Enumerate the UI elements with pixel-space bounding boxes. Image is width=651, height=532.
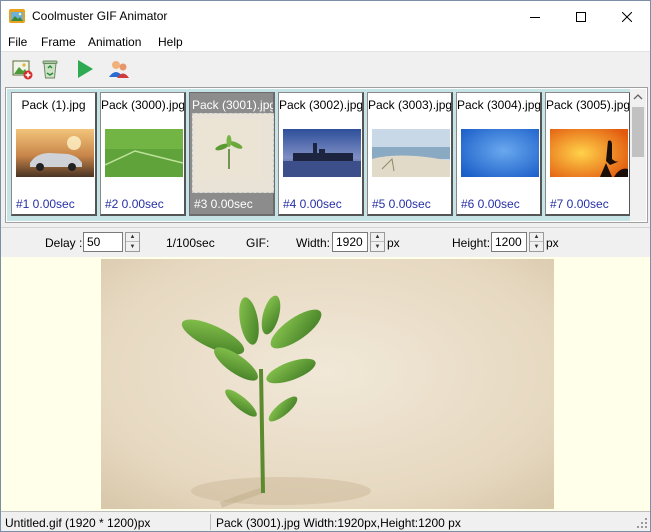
delay-unit: 1/100sec (166, 236, 215, 250)
menu-help[interactable]: Help (158, 35, 183, 49)
frame-strip-area: Pack (1).jpg #1 0.00sec Pack (3000).jpg (7, 89, 634, 221)
width-input[interactable] (332, 232, 368, 252)
frame-name: Pack (3002).jpg (279, 98, 362, 112)
frame-info: #5 0.00sec (372, 197, 431, 211)
height-input[interactable] (491, 232, 527, 252)
menu-frame[interactable]: Frame (41, 35, 76, 49)
scroll-up-icon[interactable] (630, 89, 646, 105)
delay-label: Delay : (45, 236, 83, 250)
play-icon (78, 60, 93, 78)
minimize-button[interactable] (512, 1, 558, 32)
sprout-in-sand-image (101, 259, 554, 509)
frame-name: Pack (3004).jpg (457, 98, 540, 112)
frame-info: #3 0.00sec (194, 197, 253, 211)
play-button[interactable] (72, 57, 96, 81)
properties-bar: Delay : ▲ ▼ 1/100sec GIF: Width: ▲ ▼ px … (1, 227, 650, 257)
maximize-icon (576, 11, 586, 22)
close-icon (622, 11, 632, 22)
add-image-button[interactable] (10, 57, 34, 81)
height-unit: px (546, 236, 559, 250)
frame-card-2[interactable]: Pack (3000).jpg #2 0.00sec (100, 92, 186, 216)
status-frame-info: Pack (3001).jpg Width:1920px,Height:1200… (216, 516, 461, 530)
frame-card-5[interactable]: Pack (3003).jpg #5 0.00sec (367, 92, 453, 216)
frame-card-4[interactable]: Pack (3002).jpg #4 0.00sec (278, 92, 364, 216)
strip-vertical-scrollbar[interactable] (630, 89, 646, 221)
city-skyline-thumbnail (283, 129, 361, 177)
frame-name: Pack (3005).jpg (546, 98, 629, 112)
status-divider (210, 514, 211, 530)
close-button[interactable] (604, 1, 650, 32)
window-title: Coolmuster GIF Animator (32, 9, 168, 23)
car-thumbnail (16, 129, 94, 177)
width-up-arrow-icon[interactable]: ▲ (371, 233, 384, 242)
frame-info: #4 0.00sec (283, 197, 342, 211)
delay-spinner[interactable]: ▲ ▼ (125, 232, 140, 252)
app-window: Coolmuster GIF Animator File Frame Anima… (0, 0, 651, 532)
frame-strip: Pack (1).jpg #1 0.00sec Pack (3000).jpg (5, 87, 648, 223)
scroll-thumb[interactable] (632, 107, 644, 157)
frame-name: Pack (1).jpg (21, 98, 86, 112)
frame-info: #7 0.00sec (550, 197, 609, 211)
frame-name: Pack (3000).jpg (101, 98, 184, 112)
frame-card-3-selected[interactable]: Pack (3001).jpg #3 0.00sec (189, 92, 275, 216)
menu-file[interactable]: File (8, 35, 27, 49)
users-button[interactable] (107, 57, 131, 81)
delay-input[interactable] (83, 232, 123, 252)
height-up-arrow-icon[interactable]: ▲ (530, 233, 543, 242)
height-down-arrow-icon[interactable]: ▼ (530, 242, 543, 251)
users-icon (109, 61, 129, 78)
frame-info: #1 0.00sec (16, 197, 75, 211)
resize-grip-icon[interactable] (636, 517, 648, 529)
frame-card-1[interactable]: Pack (1).jpg #1 0.00sec (11, 92, 97, 216)
width-down-arrow-icon[interactable]: ▼ (371, 242, 384, 251)
frame-info: #2 0.00sec (105, 197, 164, 211)
preview-area (1, 257, 650, 511)
maximize-button[interactable] (558, 1, 604, 32)
green-field-thumbnail (105, 129, 183, 177)
height-label: Height: (452, 236, 491, 250)
delay-down-arrow-icon[interactable]: ▼ (126, 242, 139, 251)
frame-info: #6 0.00sec (461, 197, 520, 211)
beach-thumbnail (372, 129, 450, 177)
frame-name: Pack (3003).jpg (368, 98, 451, 112)
frame-card-7[interactable]: Pack (3005).jpg #7 0.00sec (545, 92, 631, 216)
blue-abstract-thumbnail (461, 129, 539, 177)
width-label: Width: (296, 236, 331, 250)
status-file-info: Untitled.gif (1920 * 1200)px (5, 516, 151, 530)
minimize-icon (530, 16, 540, 18)
sprout-thumbnail (196, 119, 262, 179)
delete-button[interactable] (38, 57, 62, 81)
width-spinner[interactable]: ▲ ▼ (370, 232, 385, 252)
title-bar[interactable]: Coolmuster GIF Animator (1, 1, 650, 32)
heron-sunset-thumbnail (550, 129, 628, 177)
recycle-bin-icon (42, 60, 58, 79)
width-unit: px (387, 236, 400, 250)
menu-animation[interactable]: Animation (88, 35, 141, 49)
add-image-icon (12, 60, 33, 80)
height-spinner[interactable]: ▲ ▼ (529, 232, 544, 252)
menu-bar: File Frame Animation Help (1, 32, 650, 52)
gif-animator-app-icon (9, 9, 25, 23)
toolbar (1, 53, 650, 84)
gif-label: GIF: (246, 236, 270, 250)
frame-card-6[interactable]: Pack (3004).jpg #6 0.00sec (456, 92, 542, 216)
frame-name: Pack (3001).jpg (192, 98, 273, 112)
status-bar: Untitled.gif (1920 * 1200)px Pack (3001)… (1, 511, 650, 531)
delay-up-arrow-icon[interactable]: ▲ (126, 233, 139, 242)
